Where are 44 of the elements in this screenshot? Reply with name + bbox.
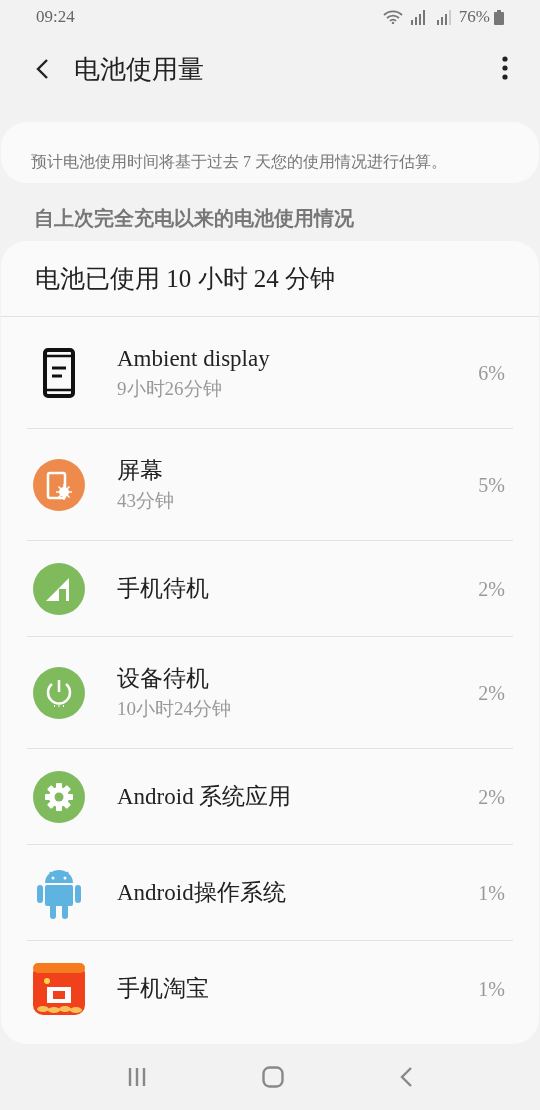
item-name: 设备待机 xyxy=(117,664,210,693)
item-percent: 1% xyxy=(478,880,505,906)
item-name: 手机淘宝 xyxy=(117,974,210,1003)
phone-icon xyxy=(43,347,75,398)
screen-brightness-icon xyxy=(33,458,85,511)
usage-total: 电池已使用 10 小时 24 分钟 xyxy=(35,263,335,294)
settings-icon xyxy=(33,770,85,823)
usage-item[interactable]: 屏幕 43分钟 5% xyxy=(1,429,539,540)
page-title: 电池使用量 xyxy=(74,53,205,86)
item-name: Ambient display xyxy=(117,344,271,373)
battery-percent: 76% xyxy=(458,6,490,29)
item-name: Android操作系统 xyxy=(117,878,287,907)
item-percent: 1% xyxy=(478,976,505,1002)
section-header: 自上次完全充电以来的电池使用情况 xyxy=(34,207,354,229)
item-percent: 2% xyxy=(478,784,505,810)
item-name: Android 系统应用 xyxy=(117,782,293,811)
usage-item[interactable]: 手机待机 2% xyxy=(1,541,539,636)
status-time: 09:24 xyxy=(36,6,75,29)
item-percent: 2% xyxy=(478,680,505,706)
item-duration: 43分钟 xyxy=(117,488,175,513)
power-icon xyxy=(33,666,85,719)
wifi-icon xyxy=(382,10,403,24)
usage-item[interactable]: Ambient display 9小时26分钟 6% xyxy=(1,317,539,428)
back-icon xyxy=(398,1066,413,1088)
back-icon xyxy=(35,58,49,80)
info-text: 预计电池使用时间将基于过去 7 天您的使用情况进行估算。 xyxy=(31,152,448,172)
item-duration: 10小时24分钟 xyxy=(117,696,232,721)
item-name: 屏幕 xyxy=(117,456,164,485)
item-name: 手机待机 xyxy=(117,574,210,603)
home-icon xyxy=(262,1066,284,1088)
battery-icon xyxy=(494,9,504,25)
more-options-button[interactable] xyxy=(500,56,510,82)
item-duration: 9小时26分钟 xyxy=(117,376,223,401)
item-percent: 5% xyxy=(478,472,505,498)
recents-icon xyxy=(127,1067,148,1087)
more-icon xyxy=(502,56,508,80)
signal-icon xyxy=(33,562,85,615)
usage-item[interactable]: 设备待机 10小时24分钟 2% xyxy=(1,637,539,748)
usage-item[interactable]: 手机淘宝 1% xyxy=(1,941,539,1036)
item-percent: 6% xyxy=(478,360,505,386)
item-percent: 2% xyxy=(478,576,505,602)
usage-item[interactable]: Android操作系统 1% xyxy=(1,845,539,940)
usage-item[interactable]: Android 系统应用 2% xyxy=(1,749,539,844)
shopping-app-icon xyxy=(33,962,85,1015)
